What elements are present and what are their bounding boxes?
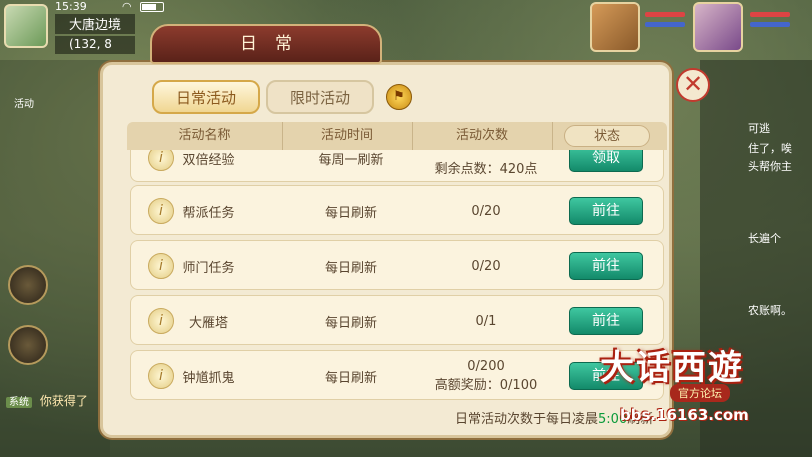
- header-divider: [412, 122, 413, 150]
- clock: 15:39: [55, 0, 87, 13]
- table-row: i 钟馗抓鬼 每日刷新 0/200 高额奖励：0/100 前往: [130, 350, 664, 400]
- go-button[interactable]: 前往: [569, 252, 643, 280]
- activity-name: 大雁塔: [188, 315, 228, 331]
- activity-name: 钟馗抓鬼: [182, 370, 235, 386]
- tab-limited[interactable]: 限时活动: [266, 80, 374, 114]
- gift-icon[interactable]: ⚑: [386, 84, 412, 110]
- table-header: 活动名称 活动时间 活动次数 状态: [127, 122, 667, 150]
- npc-dialog-line: 农账啊。: [748, 304, 792, 317]
- pet-avatar[interactable]: [590, 2, 640, 52]
- activity-count: 0/20: [471, 258, 501, 274]
- panel-title: 日常: [150, 24, 382, 64]
- header-name: 活动名称: [178, 128, 231, 143]
- logo-url: bbs.16163.com: [620, 406, 749, 424]
- npc-dialog-line: 头帮你主: [748, 160, 792, 173]
- tab-daily[interactable]: 日常活动: [152, 80, 260, 114]
- header-divider: [552, 122, 553, 150]
- activity-label[interactable]: 活动: [14, 95, 34, 110]
- table-row: i 师门任务 每日刷新 0/20 前往: [130, 240, 664, 290]
- coordinates: (132, 8: [55, 36, 135, 54]
- pet-hp-bar: [645, 12, 685, 17]
- emote-button[interactable]: [8, 265, 48, 305]
- table-row: i 大雁塔 每日刷新 0/1 前往: [130, 295, 664, 345]
- table-row: i 双倍经验 每周一刷新 剩余点数：420点 领取: [130, 150, 664, 182]
- npc-dialog-line: 长遍个: [748, 232, 781, 245]
- chat-button[interactable]: [8, 325, 48, 365]
- reset-note-prefix: 日常活动次数于每日凌晨: [455, 412, 599, 427]
- close-button[interactable]: ✕: [676, 68, 710, 102]
- chat-text: 你获得了: [39, 394, 88, 408]
- npc-dialog-line: 住了，唉: [748, 142, 792, 155]
- header-status: 状态: [564, 125, 650, 147]
- game-logo-watermark: 大话西遊 官方论坛 bbs.16163.com: [600, 340, 800, 430]
- activity-count-group: 0/200 高额奖励：0/100: [416, 351, 556, 400]
- zone-name: 大唐边境: [55, 14, 135, 34]
- logo-subtitle: 官方论坛: [670, 384, 730, 402]
- activity-name: 师门任务: [182, 260, 235, 276]
- player-mp-bar: [750, 22, 790, 27]
- header-time: 活动时间: [320, 128, 373, 143]
- go-button[interactable]: 前往: [569, 197, 643, 225]
- chat-channel-tag: 系统: [6, 397, 32, 408]
- activity-time: 每日刷新: [324, 370, 377, 386]
- player-avatar[interactable]: [693, 2, 743, 52]
- go-button[interactable]: 前往: [569, 307, 643, 335]
- activity-name: 帮派任务: [182, 205, 235, 221]
- table-row: i 帮派任务 每日刷新 0/20 前往: [130, 185, 664, 235]
- minimap-icon[interactable]: [4, 4, 48, 48]
- activity-time: 每周一刷新: [318, 152, 384, 168]
- activity-count: 0/20: [471, 203, 501, 219]
- header-count: 活动次数: [455, 128, 508, 143]
- player-hp-bar: [750, 12, 790, 17]
- activity-count: 0/1: [475, 313, 497, 329]
- pet-mp-bar: [645, 22, 685, 27]
- claim-button[interactable]: 领取: [569, 150, 643, 172]
- activity-count: 0/200: [467, 359, 505, 374]
- activity-time: 每日刷新: [324, 205, 377, 221]
- wifi-icon: ◠: [122, 0, 132, 13]
- battery-icon: [140, 2, 164, 12]
- activity-list[interactable]: i 双倍经验 每周一刷新 剩余点数：420点 领取 i 帮派任务 每日刷新 0/…: [127, 150, 667, 400]
- chat-message: 系统 你获得了: [6, 392, 88, 409]
- panel-title-text: 日常: [240, 34, 310, 54]
- activity-count: 剩余点数：420点: [434, 161, 538, 177]
- logo-title: 大话西遊: [600, 348, 744, 388]
- header-divider: [282, 122, 283, 150]
- activity-time: 每日刷新: [324, 260, 377, 276]
- activity-name: 双倍经验: [182, 152, 235, 168]
- npc-dialog-line: 可逃: [748, 122, 770, 135]
- close-icon: ✕: [682, 70, 704, 98]
- activity-time: 每日刷新: [324, 315, 377, 331]
- activity-bonus-count: 高额奖励：0/100: [434, 378, 538, 393]
